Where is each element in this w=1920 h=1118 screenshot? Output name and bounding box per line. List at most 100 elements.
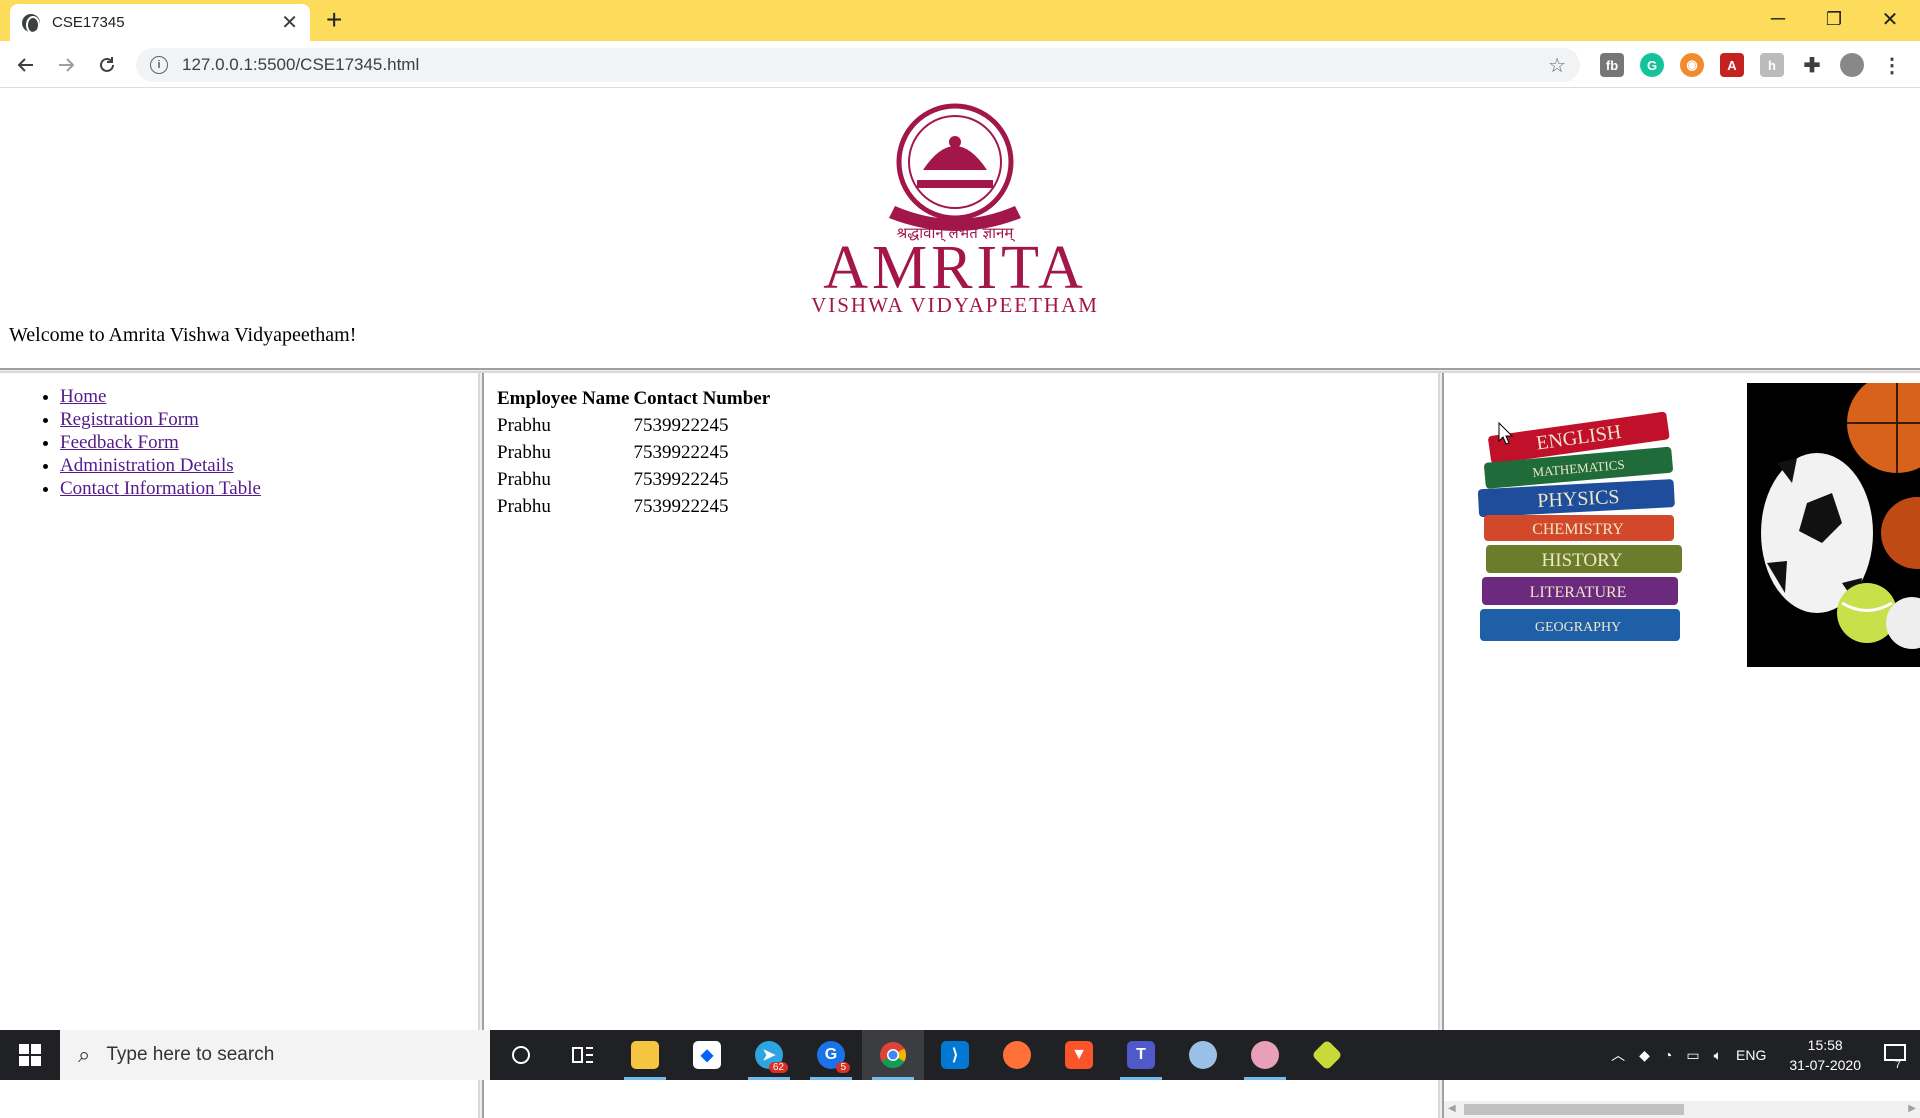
contact-information-table-link[interactable]: Contact Information Table [60, 478, 261, 499]
vscode-icon: ⟩ [941, 1041, 969, 1069]
employee-name-cell: Prabhu [497, 414, 551, 436]
column-header: Employee Name [497, 388, 630, 409]
browser-tab[interactable]: CSE17345 ✕ [10, 4, 310, 41]
info-icon[interactable]: i [150, 56, 168, 74]
registration-form-link[interactable]: Registration Form [60, 409, 199, 430]
system-tray: ︿ ◆ ◔ ▭ 🔈︎ ENG 15:58 31-07-2020 7 [1604, 1030, 1920, 1080]
administration-details-link[interactable]: Administration Details [60, 455, 234, 476]
scrollbar-thumb[interactable] [1464, 1104, 1684, 1115]
bookmark-star-icon[interactable]: ☆ [1548, 53, 1566, 78]
taskbar-search-box[interactable]: ⌕ Type here to search [60, 1030, 490, 1080]
welcome-text: Welcome to Amrita Vishwa Vidyapeetham! [9, 324, 357, 346]
search-placeholder: Type here to search [106, 1044, 275, 1065]
grammarly-icon[interactable]: G [1640, 53, 1664, 77]
restore-button[interactable]: ❐ [1806, 0, 1862, 38]
tab-title: CSE17345 [52, 14, 125, 31]
reload-button[interactable] [91, 49, 123, 81]
dropbox-tray-icon[interactable]: ◆ [1639, 1047, 1650, 1064]
clock-time: 15:58 [1807, 1037, 1843, 1053]
new-tab-button[interactable]: + [326, 6, 342, 34]
extensions-puzzle-icon[interactable]: ✚ [1800, 53, 1824, 77]
pdf-extension-icon[interactable]: A [1720, 53, 1744, 77]
logo-name: AMRITA [823, 234, 1087, 302]
dropbox-icon: ◆ [693, 1041, 721, 1069]
extension-fb-icon[interactable]: fb [1600, 53, 1624, 77]
start-button[interactable] [0, 1030, 60, 1080]
forward-button[interactable] [50, 49, 82, 81]
nav-item-administration: Administration Details [60, 454, 478, 477]
table-row: Prabhu 7539922245 [496, 413, 771, 438]
nav-list: Home Registration Form Feedback Form Adm… [0, 385, 478, 500]
mouse-cursor-icon [1498, 422, 1514, 445]
employee-name-cell: Prabhu [497, 468, 551, 490]
brave-button[interactable]: ▼ [1048, 1030, 1110, 1080]
dropbox-button[interactable]: ◆ [676, 1030, 738, 1080]
book-title: CHEMISTRY [1532, 521, 1624, 538]
search-icon: ⌕ [78, 1042, 91, 1067]
employee-name-cell: Prabhu [497, 495, 551, 517]
cortana-button[interactable] [490, 1030, 552, 1080]
tab-close-icon[interactable]: ✕ [281, 10, 298, 35]
language-indicator[interactable]: ENG [1736, 1047, 1766, 1063]
snip-tool-button[interactable] [1234, 1030, 1296, 1080]
snipping-tool-icon [1251, 1041, 1279, 1069]
git-button[interactable] [1296, 1030, 1358, 1080]
nav-frame: Home Registration Form Feedback Form Adm… [0, 373, 478, 1118]
firefox-button[interactable] [986, 1030, 1048, 1080]
clock[interactable]: 15:58 31-07-2020 [1789, 1035, 1861, 1075]
contact-table: Employee Name Contact Number Prabhu 7539… [494, 385, 773, 521]
window-close-button[interactable]: ✕ [1862, 0, 1918, 38]
paint-palette-icon [1189, 1041, 1217, 1069]
volume-icon[interactable]: 🔈︎ [1714, 1047, 1722, 1064]
feedback-form-link[interactable]: Feedback Form [60, 432, 179, 453]
extension-gray-icon[interactable]: h [1760, 53, 1784, 77]
show-hidden-icons-icon[interactable]: ︿ [1611, 1045, 1625, 1065]
globe-icon [22, 13, 40, 34]
extension-orange-icon[interactable]: ◉ [1680, 53, 1704, 77]
firefox-icon [1003, 1041, 1031, 1069]
notification-badge: 5 [836, 1062, 850, 1073]
paint-button[interactable] [1172, 1030, 1234, 1080]
wifi-icon[interactable]: ◔ [1664, 1047, 1672, 1063]
cortana-icon [512, 1046, 530, 1064]
home-link[interactable]: Home [60, 386, 106, 407]
profile-avatar[interactable] [1840, 53, 1864, 77]
notification-badge: 62 [768, 1062, 788, 1073]
table-row: Prabhu 7539922245 [496, 467, 771, 492]
windows-taskbar: ⌕ Type here to search ◆ ➤ 62 G 5 ⟩ ▼ T ︿… [0, 1030, 1920, 1080]
address-bar[interactable]: i 127.0.0.1:5500/CSE17345.html ☆ [136, 48, 1580, 82]
contact-number-cell: 7539922245 [633, 441, 729, 463]
nav-item-contact: Contact Information Table [60, 477, 478, 500]
notification-count: 7 [1894, 1058, 1901, 1071]
back-button[interactable] [10, 49, 42, 81]
image-frame: ENGLISH MATHEMATICS PHYSICS CHEMISTRY HI… [1444, 373, 1920, 1118]
contact-number-cell: 7539922245 [633, 468, 729, 490]
table-row: Prabhu 7539922245 [496, 494, 771, 519]
browser-toolbar: i 127.0.0.1:5500/CSE17345.html ☆ fb G ◉ … [0, 41, 1920, 88]
scroll-left-icon[interactable]: ◀ [1448, 1103, 1456, 1114]
book-title: PHYSICS [1537, 486, 1620, 512]
telegram-button[interactable]: ➤ 62 [738, 1030, 800, 1080]
menu-kebab-icon[interactable]: ⋮ [1880, 53, 1904, 77]
chrome-button[interactable] [862, 1030, 924, 1080]
teams-button[interactable]: T [1110, 1030, 1172, 1080]
scroll-right-icon[interactable]: ▶ [1908, 1103, 1916, 1114]
contact-number-cell: 7539922245 [633, 414, 729, 436]
column-header: Contact Number [633, 388, 771, 409]
action-center-button[interactable]: 7 [1884, 1043, 1906, 1071]
book-title: HISTORY [1542, 550, 1623, 571]
reload-icon [100, 57, 114, 72]
vscode-button[interactable]: ⟩ [924, 1030, 986, 1080]
nav-item-feedback: Feedback Form [60, 431, 478, 454]
battery-icon[interactable]: ▭ [1686, 1047, 1699, 1064]
nav-item-home: Home [60, 385, 478, 408]
chrome-profile-button[interactable]: G 5 [800, 1030, 862, 1080]
seal-icon [889, 103, 1021, 231]
logo-subtitle: VISHWA VIDYAPEETHAM [811, 293, 1099, 317]
minimize-button[interactable]: ─ [1750, 0, 1806, 38]
book-title: GEOGRAPHY [1535, 620, 1621, 635]
horizontal-scrollbar[interactable]: ◀ ▶ [1444, 1101, 1920, 1118]
file-explorer-button[interactable] [614, 1030, 676, 1080]
task-view-button[interactable] [552, 1030, 614, 1080]
url-text[interactable]: 127.0.0.1:5500/CSE17345.html [182, 55, 1548, 75]
